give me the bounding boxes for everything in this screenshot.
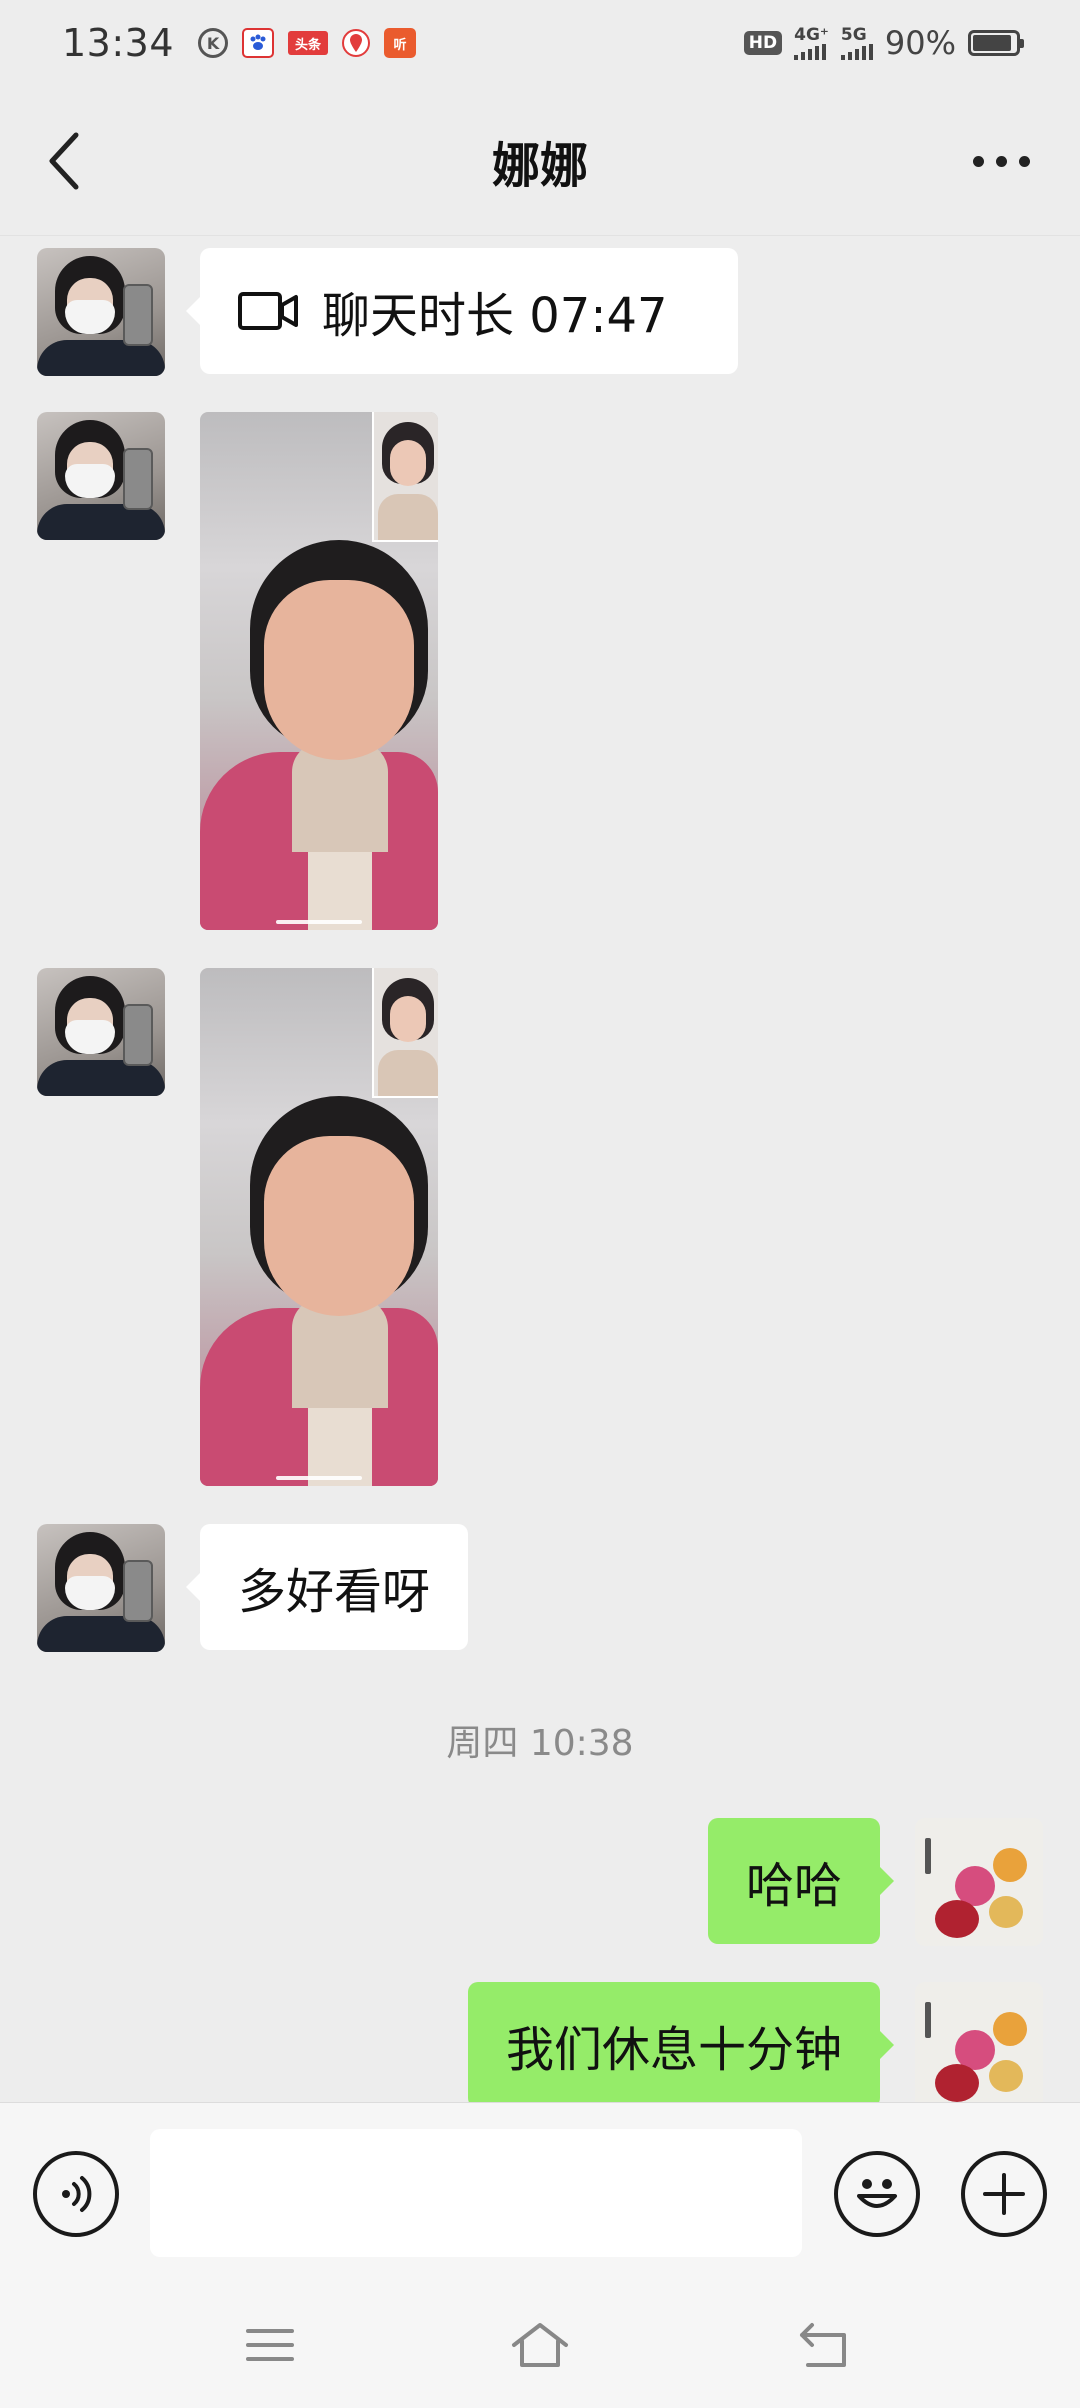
system-nav-bar [0, 2282, 1080, 2408]
nav-back-button[interactable] [785, 2310, 865, 2380]
nav-menu-button[interactable] [230, 2310, 310, 2380]
notification-icons: K 头条 听 [198, 28, 417, 58]
video-thumbnail[interactable] [200, 412, 438, 930]
chat-header: 娜娜 [0, 86, 1080, 236]
video-camera-icon [238, 291, 300, 331]
message-input[interactable] [150, 2129, 802, 2257]
message-bubble[interactable]: 多好看呀 [185, 1524, 469, 1650]
chat-title[interactable]: 娜娜 [492, 126, 588, 196]
contact-avatar[interactable] [37, 1524, 165, 1652]
pip-preview [372, 412, 438, 542]
status-indicators: HD 4G⁺ 5G 90% [743, 24, 1024, 62]
message-list[interactable]: 聊天时长 07:47 多好看呀 周四 10:38 哈哈 我们休息十分钟 [0, 236, 1080, 2102]
emoji-button[interactable] [834, 2151, 920, 2237]
ting-icon: 听 [384, 28, 417, 58]
home-icon [512, 2323, 568, 2367]
k-icon: K [198, 28, 229, 58]
my-avatar[interactable] [915, 1818, 1043, 1946]
menu-icon [246, 2329, 294, 2361]
more-button[interactable] [956, 131, 1046, 191]
contact-avatar[interactable] [37, 412, 165, 540]
nav-home-button[interactable] [500, 2310, 580, 2380]
status-bar: 13:34 K 头条 听 HD 4G⁺ 5G 90% [0, 0, 1080, 86]
contact-avatar[interactable] [37, 248, 165, 376]
my-message-bubble[interactable]: 哈哈 [707, 1818, 895, 1944]
location-pin-icon [342, 29, 371, 57]
video-thumbnail[interactable] [200, 968, 438, 1486]
battery-percent: 90% [884, 24, 956, 62]
chevron-left-icon [49, 132, 79, 190]
plus-icon [983, 2173, 1025, 2215]
battery-icon [968, 30, 1024, 56]
time-divider: 周四 10:38 [446, 1723, 634, 1764]
back-arrow-icon [800, 2323, 846, 2367]
status-time: 13:34 [62, 21, 175, 65]
call-record-bubble[interactable]: 聊天时长 07:47 [186, 248, 738, 374]
contact-avatar[interactable] [37, 968, 165, 1096]
pip-preview [372, 968, 438, 1098]
voice-button[interactable] [33, 2151, 119, 2237]
hd-icon: HD [743, 31, 783, 55]
emoji-icon [857, 2179, 897, 2208]
plus-button[interactable] [961, 2151, 1047, 2237]
my-avatar[interactable] [915, 1982, 1043, 2102]
my-message-bubble[interactable]: 我们休息十分钟 [467, 1982, 895, 2102]
toutiao-icon: 头条 [288, 31, 329, 55]
baidu-icon [242, 28, 275, 58]
more-dots-icon [972, 155, 984, 167]
back-button[interactable] [34, 126, 94, 196]
call-duration-text: 聊天时长 07:47 [322, 288, 668, 344]
signal-4g-icon: 4G⁺ [794, 26, 829, 60]
signal-5g-icon: 5G [840, 26, 873, 60]
input-bar [0, 2102, 1080, 2282]
voice-icon [62, 2176, 92, 2212]
